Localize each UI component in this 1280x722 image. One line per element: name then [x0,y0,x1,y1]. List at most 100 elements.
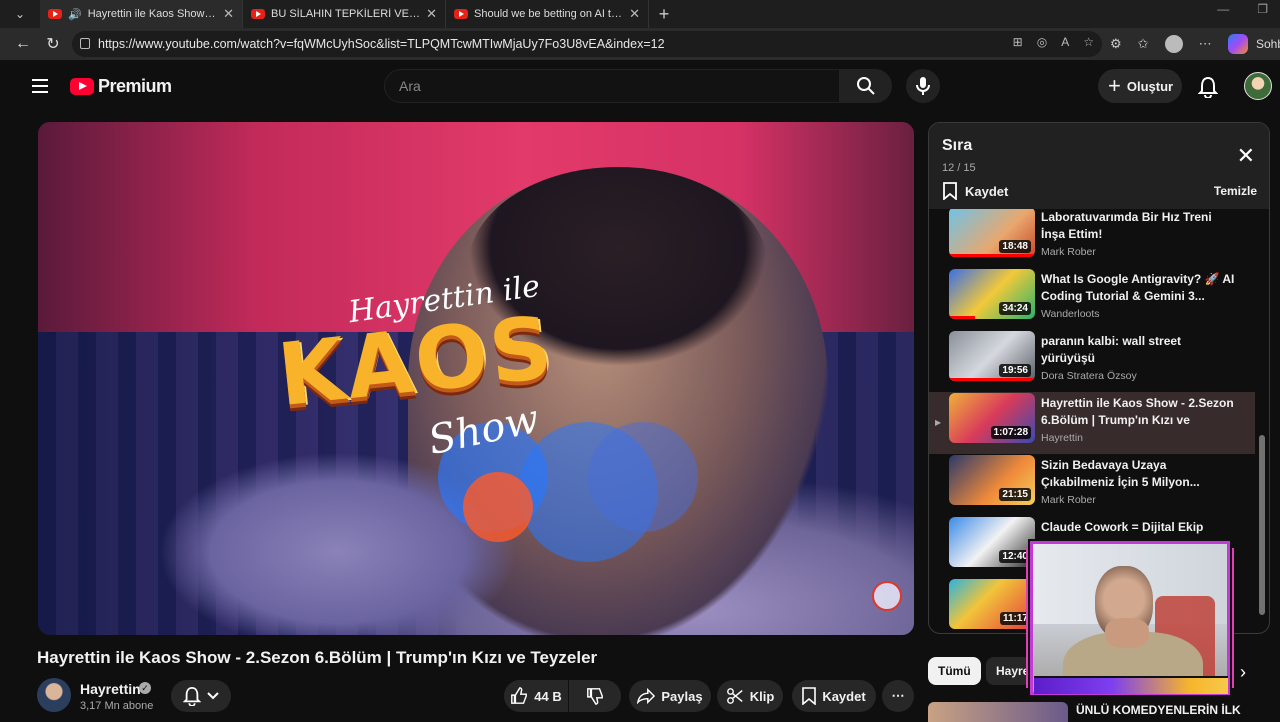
queue-item[interactable]: 19:56 paranın kalbi: wall street yürüyüşü… [929,330,1255,392]
queue-item-thumbnail: 1:07:28 [949,393,1035,443]
brand-label: Premium [98,76,172,96]
queue-item[interactable]: 18:48 Laboratuvarımda Bir Hız Treni İnşa … [929,209,1255,268]
address-bar-icons: ⊞ ◎ A ☆ [1013,35,1094,49]
video-duration: 1:07:28 [990,426,1031,439]
more-actions-button[interactable]: ⋯ [882,680,914,712]
extensions-icon[interactable]: ⚙ [1110,36,1122,52]
youtube-favicon-icon [454,9,468,19]
queue-save-button[interactable]: Kaydet [943,182,1008,200]
queue-scrollbar[interactable] [1258,210,1266,630]
webcam-overlay [1030,541,1230,695]
queue-item-channel: Hayrettin [1041,432,1084,444]
thumbs-down-icon [587,688,603,705]
youtube-logo-icon [70,78,94,95]
site-info-icon[interactable] [80,38,90,49]
chip-all[interactable]: Tümü [928,657,981,685]
browser-tab-2[interactable]: BU SİLAHIN TEPKİLERİ VE HASARI ✕ [243,0,446,28]
related-video-thumbnail [928,702,1068,722]
more-horizontal-icon: ⋯ [891,688,905,703]
close-queue-icon[interactable]: ✕ [1237,143,1255,169]
queue-item-thumbnail: 21:15 [949,455,1035,505]
queue-item-thumbnail: 11:17 [949,579,1035,629]
queue-item-title: Hayrettin ile Kaos Show - 2.Sezon 6.Bölü… [1041,396,1234,427]
queue-item-channel: Mark Rober [1041,246,1096,258]
queue-item[interactable]: ▶ 1:07:28 Hayrettin ile Kaos Show - 2.Sezo… [929,392,1255,454]
browser-tab-3[interactable]: Should we be betting on AI to fix the ✕ [446,0,649,28]
window-controls: — ❐ [1217,2,1268,16]
dislike-button[interactable] [569,680,621,712]
queue-item-title: Sizin Bedavaya Uzaya Çıkabilmeniz İçin 5… [1041,458,1200,489]
speaker-icon[interactable]: 🔊 [68,8,82,21]
read-aloud-icon[interactable]: A [1061,35,1069,49]
address-bar[interactable]: https://www.youtube.com/watch?v=fqWMcUyh… [72,31,1102,57]
chevron-right-icon[interactable]: › [1240,662,1246,683]
channel-avatar[interactable] [37,678,71,712]
notifications-bell-icon[interactable] [1198,76,1218,98]
sidebar-label[interactable]: Sohb [1256,37,1280,51]
video-duration: 19:56 [999,364,1031,377]
queue-item[interactable]: 21:15 Sizin Bedavaya Uzaya Çıkabilmeniz İ… [929,454,1255,516]
back-arrow-icon[interactable]: ← [8,35,38,53]
queue-item-title: paranın kalbi: wall street yürüyüşü [1041,334,1182,365]
queue-clear-button[interactable]: Temizle [1214,184,1257,198]
new-tab-plus-icon[interactable]: + [649,4,679,25]
channel-name[interactable]: Hayrettin [80,681,141,697]
channel-watermark-icon[interactable] [872,581,902,611]
decorative-bubble [463,472,533,542]
close-tab-icon[interactable]: ✕ [426,6,437,22]
tracking-prevention-icon[interactable]: ◎ [1037,35,1047,49]
video-actions-row: Hayrettin ✓ 3,17 Mn abone 44 B Paylaş Kl… [37,678,917,718]
queue-item-text: Hayrettin ile Kaos Show - 2.Sezon 6.Bölü… [1041,395,1237,444]
minimize-icon[interactable]: — [1217,2,1229,16]
like-button[interactable]: 44 B [504,680,568,712]
menu-hamburger-icon[interactable] [32,79,48,93]
verified-check-icon: ✓ [139,682,151,694]
watch-progress-bar [949,254,1035,257]
related-video-item[interactable]: ÜNLÜ KOMEDYENLERİN İLK [928,700,1258,722]
thumbs-up-icon [511,687,528,704]
search-button[interactable] [840,69,892,103]
voice-search-button[interactable] [906,69,940,103]
favorite-star-icon[interactable]: ☆ [1083,35,1094,49]
queue-item-thumbnail: 34:24 [949,269,1035,319]
tab-title: Hayrettin ile Kaos Show - 2.Sezon 6.Bölü… [87,8,217,20]
app-install-icon[interactable]: ⊞ [1013,35,1023,49]
save-video-button[interactable]: Kaydet [792,680,876,712]
share-label: Paylaş [661,688,703,704]
account-avatar[interactable] [1244,72,1272,100]
video-player[interactable]: Hayrettin ile KAOS Show [38,122,914,635]
like-count: 44 B [534,688,562,704]
more-menu-icon[interactable]: ⋯ [1199,36,1212,52]
webcam-overlay-bar [1034,676,1228,694]
reload-icon[interactable]: ↻ [38,34,68,54]
browser-tab-1[interactable]: 🔊 Hayrettin ile Kaos Show - 2.Sezon 6.Bö… [40,0,243,28]
copilot-icon[interactable] [1227,34,1248,54]
share-button[interactable]: Paylaş [629,680,711,712]
create-button[interactable]: + Oluştur [1098,69,1182,103]
scrollbar-thumb[interactable] [1259,435,1265,615]
close-tab-icon[interactable]: ✕ [629,6,640,22]
webcam-frame-right [1230,548,1234,688]
clip-label: Klip [749,688,775,704]
queue-item-channel: Dora Stratera Özsoy [1041,370,1137,382]
queue-item[interactable]: 34:24 What Is Google Antigravity? 🚀 AI Co… [929,268,1255,330]
youtube-header: Premium Ara + Oluştur [0,60,1280,114]
search-input[interactable]: Ara [384,69,840,103]
webcam-person-hand [1105,618,1149,648]
queue-item-channel: Mark Rober [1041,494,1096,506]
favorites-icon[interactable]: ✩ [1138,36,1149,52]
tab-list-chevron-icon[interactable]: ⌄ [0,0,40,28]
queue-item-text: Laboratuvarımda Bir Hız Treni İnşa Ettim… [1041,209,1237,258]
close-tab-icon[interactable]: ✕ [223,6,234,22]
bell-icon [183,686,201,706]
youtube-premium-logo[interactable]: Premium [70,76,172,97]
subscription-bell-button[interactable] [171,680,231,712]
show-logo-overlay: Hayrettin ile KAOS Show [274,269,678,482]
clip-button[interactable]: Klip [717,680,783,712]
maximize-icon[interactable]: ❐ [1257,2,1268,16]
create-label: Oluştur [1126,78,1174,94]
profile-avatar[interactable] [1164,35,1183,53]
video-duration: 34:24 [999,302,1031,315]
chevron-down-icon [207,692,219,700]
browser-tab-bar: ⌄ 🔊 Hayrettin ile Kaos Show - 2.Sezon 6.… [0,0,1280,28]
